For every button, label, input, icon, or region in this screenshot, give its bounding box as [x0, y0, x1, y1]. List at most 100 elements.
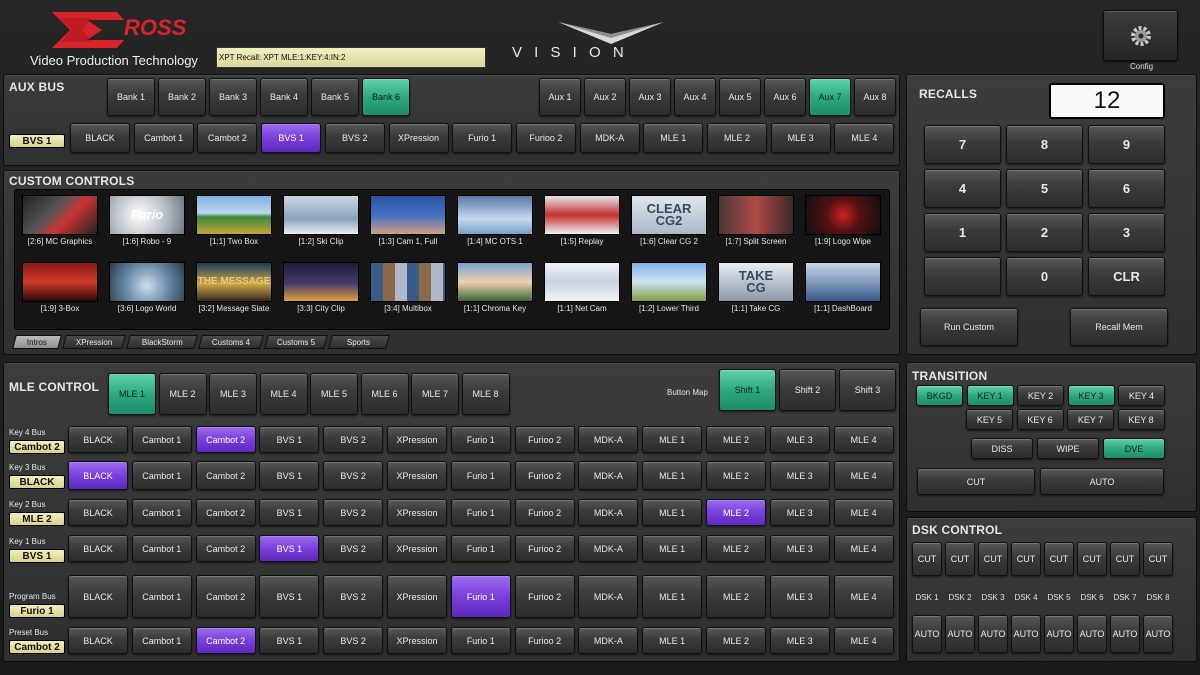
keypad-5-button[interactable]: 5	[1006, 169, 1083, 208]
preset-bus-source-mdk-a[interactable]: MDK-A	[578, 627, 639, 654]
aux-source-mle-3[interactable]: MLE 3	[770, 123, 831, 153]
program-bus-source-mdk-a[interactable]: MDK-A	[578, 575, 639, 618]
key-3-bus-source-furioo-2[interactable]: Furioo 2	[514, 461, 575, 490]
program-bus-source-cambot-2[interactable]: Cambot 2	[195, 575, 256, 618]
custom-control-1-5-replay[interactable]: [1:5] Replay	[542, 193, 622, 251]
dsk-3-auto-button[interactable]: AUTO	[978, 615, 1008, 653]
custom-control-1-4-mc-ots-1[interactable]: [1:4] MC OTS 1	[455, 193, 535, 251]
mle-tab-mle-3[interactable]: MLE 3	[209, 373, 257, 415]
transition-auto-button[interactable]: AUTO	[1040, 468, 1164, 495]
key-2-bus-source-mle-1[interactable]: MLE 1	[642, 499, 703, 526]
key-1-bus-source-mle-1[interactable]: MLE 1	[642, 535, 703, 562]
aux-source-cambot-1[interactable]: Cambot 1	[133, 123, 194, 153]
transition-key-1-button[interactable]: KEY 1	[966, 385, 1014, 406]
key-4-bus-source-furio-1[interactable]: Furio 1	[450, 426, 511, 453]
custom-control-1-2-ski-clip[interactable]: [1:2] Ski Clip	[281, 193, 361, 251]
custom-control-3-4-multibox[interactable]: [3:4] Multibox	[368, 260, 448, 318]
aux-2-button[interactable]: Aux 2	[584, 78, 626, 116]
key-2-bus-source-mle-3[interactable]: MLE 3	[769, 499, 830, 526]
preset-bus-source-xpression[interactable]: XPression	[387, 627, 447, 654]
key-3-bus-source-mle-3[interactable]: MLE 3	[769, 461, 830, 490]
key-1-bus-source-mdk-a[interactable]: MDK-A	[578, 535, 639, 562]
aux-3-button[interactable]: Aux 3	[629, 78, 671, 116]
key-4-bus-source-bvs-1[interactable]: BVS 1	[259, 426, 320, 453]
recall-mem-button[interactable]: Recall Mem	[1070, 308, 1168, 346]
preset-bus-source-cambot-2[interactable]: Cambot 2	[195, 627, 256, 654]
keypad-6-button[interactable]: 6	[1088, 169, 1165, 208]
keypad-8-button[interactable]: 8	[1006, 125, 1083, 164]
program-bus-source-furio-1[interactable]: Furio 1	[450, 575, 511, 618]
custom-control-1-9-3-box[interactable]: [1:9] 3-Box	[20, 260, 100, 318]
key-1-bus-source-black[interactable]: BLACK	[68, 535, 128, 562]
tab-xpression[interactable]: XPression	[62, 335, 126, 349]
key-1-bus-source-cambot-1[interactable]: Cambot 1	[131, 535, 192, 562]
custom-control-1-1-dashboard[interactable]: [1:1] DashBoard	[803, 260, 883, 318]
key-2-bus-source-bvs-1[interactable]: BVS 1	[259, 499, 320, 526]
custom-control-3-6-logo-world[interactable]: [3:6] Logo World	[107, 260, 187, 318]
keypad-4-button[interactable]: 4	[924, 169, 1001, 208]
key-1-bus-source-xpression[interactable]: XPression	[387, 535, 447, 562]
program-bus-source-mle-2[interactable]: MLE 2	[706, 575, 766, 618]
preset-bus-source-bvs-2[interactable]: BVS 2	[323, 627, 384, 654]
preset-bus-source-black[interactable]: BLACK	[68, 627, 128, 654]
keypad-blank-button[interactable]	[924, 257, 1001, 296]
transition-diss-button[interactable]: DISS	[971, 438, 1033, 459]
program-bus-source-bvs-1[interactable]: BVS 1	[259, 575, 320, 618]
mle-tab-mle-2[interactable]: MLE 2	[158, 373, 207, 415]
custom-control-1-1-take-cg[interactable]: TAKE CG [1:1] Take CG	[716, 260, 796, 318]
program-bus-source-mle-3[interactable]: MLE 3	[769, 575, 830, 618]
tab-customs-5[interactable]: Customs 5	[264, 335, 328, 349]
key-2-bus-source-xpression[interactable]: XPression	[387, 499, 447, 526]
key-1-bus-source-furioo-2[interactable]: Furioo 2	[514, 535, 575, 562]
key-4-bus-source-mle-3[interactable]: MLE 3	[769, 426, 830, 453]
dsk-3-cut-button[interactable]: CUT	[978, 542, 1008, 576]
aux-source-mle-1[interactable]: MLE 1	[643, 123, 704, 153]
transition-key-6-button[interactable]: KEY 6	[1016, 409, 1064, 430]
dsk-1-cut-button[interactable]: CUT	[912, 542, 942, 576]
custom-control-1-1-chroma-key[interactable]: [1:1] Chroma Key	[455, 260, 535, 318]
dsk-7-cut-button[interactable]: CUT	[1110, 542, 1140, 576]
dsk-2-cut-button[interactable]: CUT	[945, 542, 975, 576]
tab-blackstorm[interactable]: BlackStorm	[126, 335, 198, 349]
key-4-bus-source-bvs-2[interactable]: BVS 2	[323, 426, 384, 453]
key-3-bus-source-cambot-2[interactable]: Cambot 2	[195, 461, 256, 490]
keypad-3-button[interactable]: 3	[1088, 213, 1165, 252]
dsk-1-auto-button[interactable]: AUTO	[912, 615, 942, 653]
aux-source-mdk-a[interactable]: MDK-A	[579, 123, 640, 153]
key-3-bus-source-bvs-2[interactable]: BVS 2	[323, 461, 384, 490]
transition-wipe-button[interactable]: WIPE	[1037, 438, 1099, 459]
program-bus-source-black[interactable]: BLACK	[68, 575, 128, 618]
key-3-bus-source-furio-1[interactable]: Furio 1	[450, 461, 511, 490]
key-2-bus-source-furio-1[interactable]: Furio 1	[450, 499, 511, 526]
key-2-bus-source-furioo-2[interactable]: Furioo 2	[514, 499, 575, 526]
bank-2-button[interactable]: Bank 2	[158, 78, 206, 116]
mle-tab-mle-6[interactable]: MLE 6	[360, 373, 409, 415]
key-1-bus-source-cambot-2[interactable]: Cambot 2	[195, 535, 256, 562]
preset-bus-source-bvs-1[interactable]: BVS 1	[259, 627, 320, 654]
program-bus-source-mle-4[interactable]: MLE 4	[833, 575, 894, 618]
bank-1-button[interactable]: Bank 1	[107, 78, 155, 116]
dsk-8-auto-button[interactable]: AUTO	[1143, 615, 1173, 653]
keypad-1-button[interactable]: 1	[924, 213, 1001, 252]
aux-source-xpression[interactable]: XPression	[388, 123, 449, 153]
key-2-bus-source-cambot-2[interactable]: Cambot 2	[195, 499, 256, 526]
key-1-bus-source-mle-3[interactable]: MLE 3	[769, 535, 830, 562]
dsk-5-auto-button[interactable]: AUTO	[1044, 615, 1074, 653]
key-3-bus-source-bvs-1[interactable]: BVS 1	[259, 461, 320, 490]
aux-source-furioo-2[interactable]: Furioo 2	[515, 123, 576, 153]
custom-control-1-1-two-box[interactable]: [1:1] Two Box	[194, 193, 274, 251]
preset-bus-source-mle-1[interactable]: MLE 1	[642, 627, 703, 654]
transition-key-3-button[interactable]: KEY 3	[1067, 385, 1115, 406]
aux-source-furio-1[interactable]: Furio 1	[452, 123, 513, 153]
key-2-bus-source-mle-2[interactable]: MLE 2	[706, 499, 766, 526]
aux-1-button[interactable]: Aux 1	[539, 78, 581, 116]
aux-source-cambot-2[interactable]: Cambot 2	[197, 123, 258, 153]
program-bus-source-xpression[interactable]: XPression	[387, 575, 447, 618]
dsk-5-cut-button[interactable]: CUT	[1044, 542, 1074, 576]
preset-bus-source-mle-4[interactable]: MLE 4	[833, 627, 894, 654]
key-4-bus-source-black[interactable]: BLACK	[68, 426, 128, 453]
dsk-7-auto-button[interactable]: AUTO	[1110, 615, 1140, 653]
dsk-4-cut-button[interactable]: CUT	[1011, 542, 1041, 576]
key-3-bus-source-mle-1[interactable]: MLE 1	[642, 461, 703, 490]
dsk-6-cut-button[interactable]: CUT	[1077, 542, 1107, 576]
